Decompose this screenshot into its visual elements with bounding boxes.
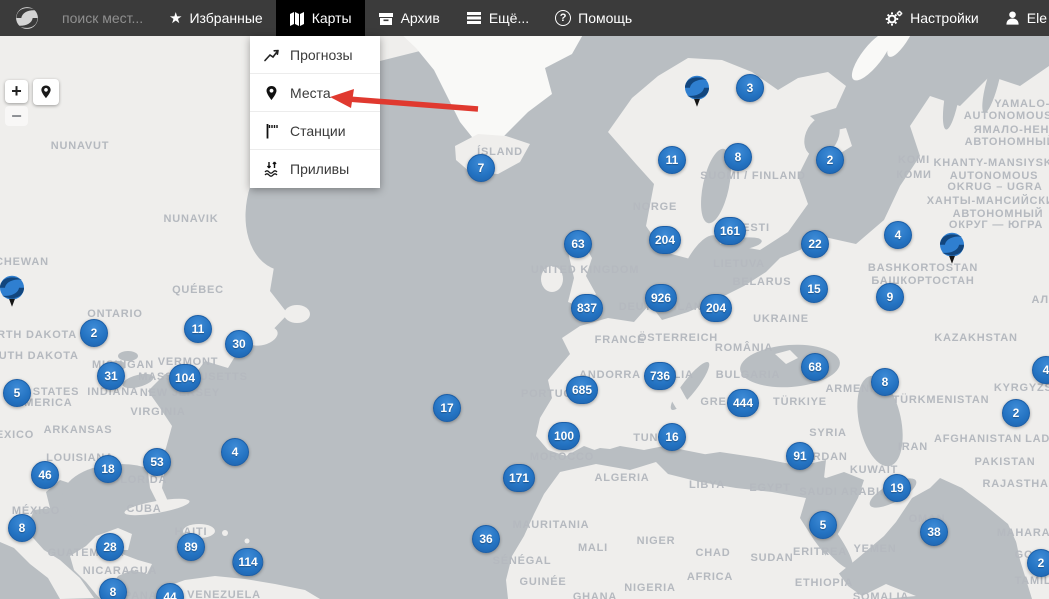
cyclone-icon: [0, 275, 24, 307]
cluster-marker[interactable]: 114: [232, 548, 264, 576]
menu-item-tides[interactable]: Приливы: [250, 150, 380, 188]
cyclone-marker[interactable]: [932, 232, 972, 271]
cluster-marker[interactable]: 4: [884, 221, 912, 249]
cluster-marker[interactable]: 100: [547, 422, 581, 450]
cluster-marker[interactable]: 161: [713, 217, 747, 245]
cluster-marker[interactable]: 53: [143, 448, 171, 476]
cluster-marker[interactable]: 171: [502, 464, 536, 492]
cluster-marker[interactable]: 11: [184, 315, 212, 343]
navbar-spacer: [645, 0, 872, 36]
cluster-marker[interactable]: 31: [97, 362, 125, 390]
cluster-marker[interactable]: 685: [565, 376, 599, 404]
cyclone-marker[interactable]: [677, 75, 717, 114]
cluster-marker[interactable]: 5: [3, 379, 31, 407]
nav-favorites[interactable]: ★ Избранные: [156, 0, 276, 36]
maps-dropdown-menu: Прогнозы Места Станции Приливы: [250, 36, 380, 188]
cluster-marker[interactable]: 204: [699, 294, 733, 322]
zoom-out-button[interactable]: −: [5, 106, 28, 126]
tide-arrows-icon: [263, 161, 280, 177]
nav-more[interactable]: Ещё...: [453, 0, 542, 36]
cluster-marker[interactable]: 3: [736, 74, 764, 102]
cluster-marker[interactable]: 9: [876, 283, 904, 311]
cluster-marker[interactable]: 18: [94, 455, 122, 483]
star-icon: ★: [169, 10, 183, 27]
cluster-marker[interactable]: 11: [658, 146, 686, 174]
cyclone-icon: [685, 75, 709, 107]
archive-icon: [378, 11, 394, 26]
cluster-marker[interactable]: 444: [726, 389, 760, 417]
cluster-marker[interactable]: 68: [801, 353, 829, 381]
menu-item-places[interactable]: Места: [250, 74, 380, 112]
nav-maps[interactable]: Карты: [275, 0, 365, 36]
user-icon: [1005, 10, 1020, 26]
cluster-marker[interactable]: 926: [644, 284, 678, 312]
app-logo[interactable]: [0, 0, 52, 36]
nav-user[interactable]: Ele: [992, 0, 1049, 36]
cluster-marker[interactable]: 104: [168, 364, 202, 392]
zoom-in-button[interactable]: +: [5, 80, 28, 103]
cyclone-marker[interactable]: [0, 275, 32, 314]
cluster-marker[interactable]: 28: [96, 533, 124, 561]
cluster-marker[interactable]: 2: [1002, 399, 1030, 427]
cluster-marker[interactable]: 2: [816, 146, 844, 174]
forecast-line-icon: [263, 47, 280, 63]
cluster-marker[interactable]: 46: [31, 461, 59, 489]
menu-icon: [466, 11, 482, 25]
search-input[interactable]: поиск мест...: [52, 0, 156, 36]
menu-item-forecasts[interactable]: Прогнозы: [250, 36, 380, 74]
nav-help[interactable]: ? Помощь: [542, 0, 645, 36]
cluster-marker[interactable]: 8: [724, 143, 752, 171]
cluster-marker[interactable]: 89: [177, 533, 205, 561]
cluster-marker[interactable]: 5: [809, 511, 837, 539]
cluster-marker[interactable]: 36: [472, 525, 500, 553]
cluster-marker[interactable]: 16: [658, 423, 686, 451]
cluster-marker[interactable]: 22: [801, 230, 829, 258]
nav-archive[interactable]: Архив: [365, 0, 453, 36]
locate-button[interactable]: [33, 79, 59, 105]
cluster-marker[interactable]: 30: [225, 330, 253, 358]
help-icon: ?: [555, 10, 572, 26]
gear-icon: [885, 10, 903, 26]
cluster-marker[interactable]: 8: [8, 514, 36, 542]
cluster-marker[interactable]: 837: [570, 294, 604, 322]
cluster-marker[interactable]: 4: [221, 438, 249, 466]
cyclone-logo-icon: [16, 7, 38, 29]
top-navbar: поиск мест... ★ Избранные Карты Архив Ещ…: [0, 0, 1049, 36]
search-placeholder: поиск мест...: [62, 10, 144, 26]
map-pin-icon: [263, 85, 280, 101]
map-icon: [289, 11, 305, 26]
station-flag-icon: [263, 123, 280, 139]
cluster-marker[interactable]: 8: [99, 578, 127, 599]
world-map[interactable]: + −: [0, 36, 1049, 599]
cluster-marker[interactable]: 63: [564, 230, 592, 258]
cluster-marker[interactable]: 204: [648, 226, 682, 254]
cluster-marker[interactable]: 17: [433, 394, 461, 422]
cluster-marker[interactable]: 736: [643, 362, 677, 390]
cluster-marker[interactable]: 91: [786, 442, 814, 470]
cluster-marker[interactable]: 7: [467, 154, 495, 182]
cluster-marker[interactable]: 38: [920, 518, 948, 546]
location-pin-icon: [39, 84, 53, 100]
cyclone-icon: [940, 232, 964, 264]
cluster-marker[interactable]: 2: [80, 319, 108, 347]
nav-settings[interactable]: Настройки: [872, 0, 992, 36]
cluster-marker[interactable]: 2: [1027, 549, 1049, 577]
cluster-marker[interactable]: 19: [883, 474, 911, 502]
map-landmasses: [0, 36, 1049, 599]
cluster-marker[interactable]: 15: [800, 275, 828, 303]
cluster-marker[interactable]: 8: [871, 368, 899, 396]
menu-item-stations[interactable]: Станции: [250, 112, 380, 150]
